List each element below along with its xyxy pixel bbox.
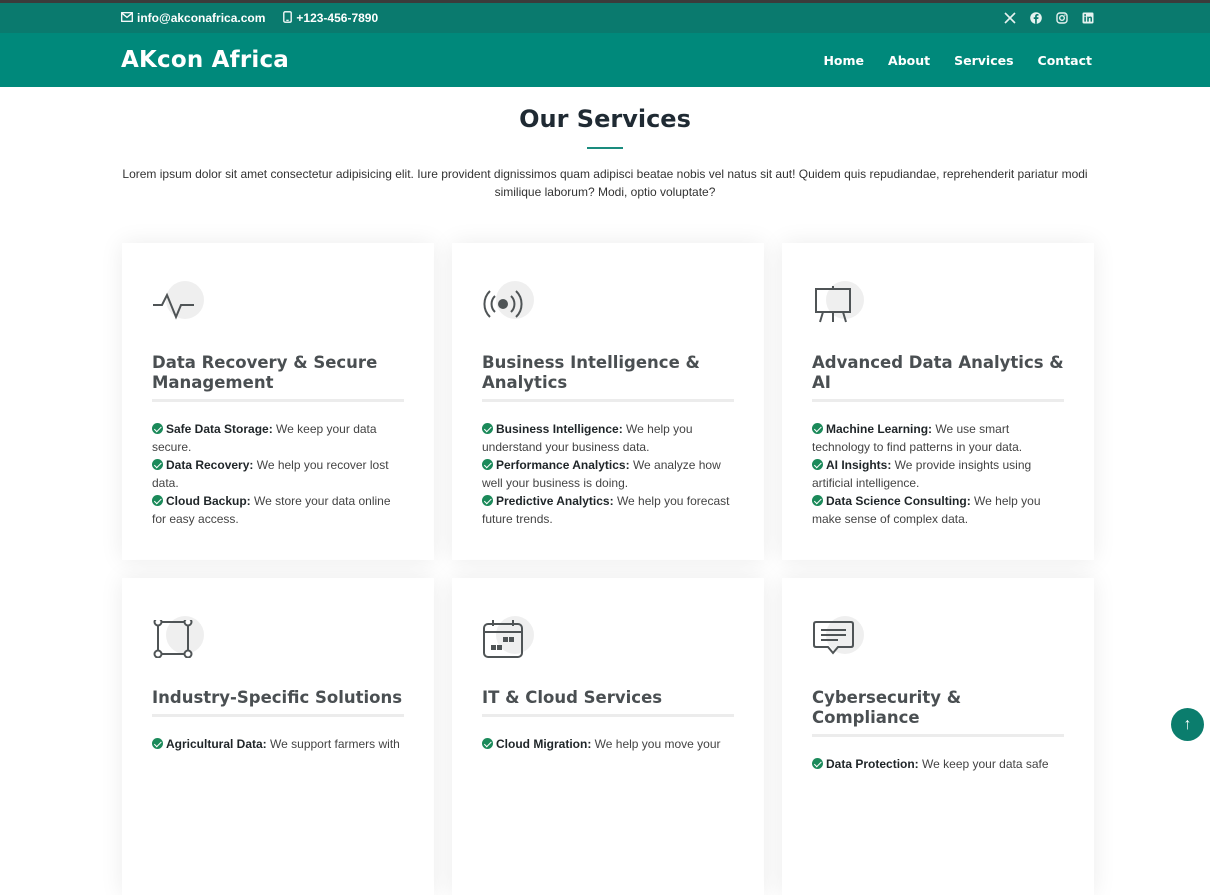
- check-circle-icon: [812, 495, 823, 506]
- nav-services[interactable]: Services: [954, 53, 1013, 68]
- check-circle-icon: [482, 495, 493, 506]
- arrow-up-icon: ↑: [1183, 715, 1192, 733]
- list-item: AI Insights: We provide insights using a…: [812, 458, 1032, 490]
- check-circle-icon: [482, 459, 493, 470]
- easel-icon: [812, 281, 864, 325]
- service-card-title: IT & Cloud Services: [482, 688, 734, 717]
- chat-icon: [812, 616, 864, 660]
- list-item: Data Protection: We keep your data safe: [812, 755, 1064, 773]
- topbar: info@akconafrica.com +123-456-7890: [0, 3, 1210, 33]
- check-circle-icon: [812, 459, 823, 470]
- check-circle-icon: [482, 423, 493, 434]
- social-links: [1004, 12, 1094, 24]
- service-card: Cybersecurity & Compliance Data Protecti…: [782, 578, 1094, 895]
- check-circle-icon: [812, 423, 823, 434]
- service-card: Business Intelligence & Analytics Busine…: [452, 243, 764, 560]
- service-feature-list: Business Intelligence: We help you under…: [482, 420, 734, 528]
- service-card-title: Cybersecurity & Compliance: [812, 688, 1064, 737]
- linkedin-icon[interactable]: [1082, 12, 1094, 24]
- activity-icon: [152, 281, 204, 325]
- scroll-to-top-button[interactable]: ↑: [1171, 708, 1204, 741]
- calendar-icon: [482, 616, 534, 660]
- phone-icon: [283, 10, 293, 26]
- check-circle-icon: [152, 738, 163, 749]
- service-card-title: Data Recovery & Secure Management: [152, 353, 404, 402]
- service-feature-list: Machine Learning: We use smart technolog…: [812, 420, 1064, 528]
- section-intro: Lorem ipsum dolor sit amet consectetur a…: [122, 167, 1088, 199]
- nav-home[interactable]: Home: [823, 53, 864, 68]
- instagram-icon[interactable]: [1056, 12, 1068, 24]
- nav-contact[interactable]: Contact: [1038, 53, 1092, 68]
- list-item: Agricultural Data: We support farmers wi…: [152, 735, 404, 753]
- service-card-title: Advanced Data Analytics & AI: [812, 353, 1064, 402]
- check-circle-icon: [152, 495, 163, 506]
- service-feature-list: Agricultural Data: We support farmers wi…: [152, 735, 404, 753]
- service-card-title: Business Intelligence & Analytics: [482, 353, 734, 402]
- services-grid: Data Recovery & Secure Management Safe D…: [122, 243, 1094, 895]
- brand-logo[interactable]: AKcon Africa: [121, 47, 289, 73]
- check-circle-icon: [812, 758, 823, 769]
- main-nav: Home About Services Contact: [823, 53, 1092, 68]
- service-card: Data Recovery & Secure Management Safe D…: [122, 243, 434, 560]
- envelope-icon: [121, 11, 133, 25]
- list-item: Cloud Backup: We store your data online …: [152, 494, 391, 526]
- list-item: Safe Data Storage: We keep your data sec…: [152, 422, 377, 454]
- contact-info: info@akconafrica.com +123-456-7890: [121, 10, 379, 26]
- facebook-icon[interactable]: [1030, 12, 1042, 24]
- list-item: Data Science Consulting: We help you mak…: [812, 494, 1041, 526]
- service-feature-list: Safe Data Storage: We keep your data sec…: [152, 420, 404, 528]
- service-card-title: Industry-Specific Solutions: [152, 688, 404, 717]
- section-title: Our Services: [519, 105, 691, 133]
- list-item: Predictive Analytics: We help you foreca…: [482, 494, 730, 526]
- check-circle-icon: [152, 423, 163, 434]
- check-circle-icon: [152, 459, 163, 470]
- nav-about[interactable]: About: [888, 53, 930, 68]
- phone-link[interactable]: +123-456-7890: [283, 10, 379, 26]
- x-icon[interactable]: [1004, 12, 1016, 24]
- email-text: info@akconafrica.com: [137, 11, 266, 25]
- bounding-box-icon: [152, 616, 204, 660]
- title-underline: [587, 147, 623, 149]
- email-link[interactable]: info@akconafrica.com: [121, 11, 265, 25]
- list-item: Business Intelligence: We help you under…: [482, 422, 693, 454]
- service-card: Industry-Specific Solutions Agricultural…: [122, 578, 434, 895]
- service-feature-list: Cloud Migration: We help you move your: [482, 735, 734, 753]
- service-card: IT & Cloud Services Cloud Migration: We …: [452, 578, 764, 895]
- service-feature-list: Data Protection: We keep your data safe: [812, 755, 1064, 773]
- check-circle-icon: [482, 738, 493, 749]
- list-item: Machine Learning: We use smart technolog…: [812, 422, 1023, 454]
- list-item: Cloud Migration: We help you move your: [482, 735, 734, 753]
- phone-text: +123-456-7890: [296, 11, 379, 25]
- list-item: Performance Analytics: We analyze how we…: [482, 458, 721, 490]
- list-item: Data Recovery: We help you recover lost …: [152, 458, 389, 490]
- main-navbar: AKcon Africa Home About Services Contact: [0, 33, 1210, 87]
- broadcast-icon: [482, 281, 534, 325]
- service-card: Advanced Data Analytics & AI Machine Lea…: [782, 243, 1094, 560]
